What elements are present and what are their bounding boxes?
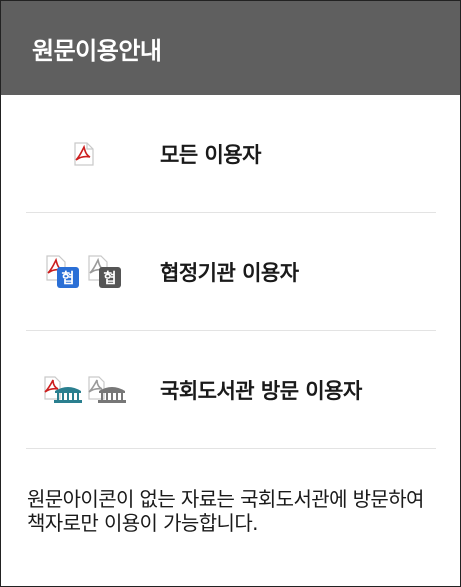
pdf-library-gray-icon[interactable] xyxy=(85,375,127,405)
badge-text: 협 xyxy=(104,271,117,287)
icon-group xyxy=(26,134,142,174)
pdf-partner-gray-icon[interactable]: 협 xyxy=(85,254,125,290)
badge-text: 협 xyxy=(62,271,75,287)
icon-group: 협 협 xyxy=(26,252,142,292)
pdf-library-color-icon[interactable] xyxy=(41,375,83,405)
row-label: 국회도서관 방문 이용자 xyxy=(160,378,362,403)
pdf-icon[interactable] xyxy=(73,141,95,166)
row-label: 협정기관 이용자 xyxy=(160,260,299,285)
info-note: 원문아이콘이 없는 자료는 국회도서관에 방문하여 책자로만 이용이 가능합니다… xyxy=(27,487,424,535)
list-item-partner-users: 협 협 협정기관 이용자 xyxy=(26,213,436,331)
list-item-library-visitors: 국회도서관 방문 이용자 xyxy=(26,331,436,449)
pdf-partner-color-icon[interactable]: 협 xyxy=(43,254,83,290)
panel-title: 원문이용안내 xyxy=(32,36,162,65)
icon-group xyxy=(26,370,142,410)
usage-guide-panel: 원문이용안내 모든 이용자 협 협 협정기관 이용자 국회도서관 방문 이용자 … xyxy=(0,0,461,587)
panel-header: 원문이용안내 xyxy=(1,1,460,95)
row-label: 모든 이용자 xyxy=(160,142,261,167)
list-item-all-users: 모든 이용자 xyxy=(26,95,436,213)
